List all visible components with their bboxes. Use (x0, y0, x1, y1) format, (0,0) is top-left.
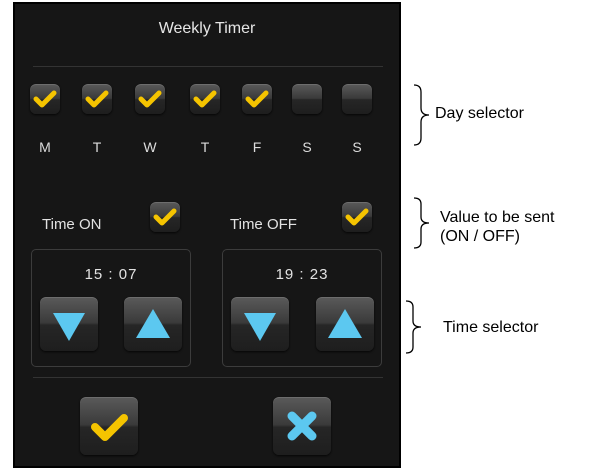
checkmark-icon (193, 90, 217, 108)
triangle-down-icon (53, 313, 85, 341)
day-checkbox-sun[interactable] (342, 84, 372, 114)
checkmark-icon (345, 208, 369, 226)
value-sent-brace (413, 197, 430, 249)
triangle-up-icon (328, 309, 362, 338)
value-sent-annotation: Value to be sent (ON / OFF) (440, 208, 554, 246)
day-letter-wed: W (143, 139, 157, 155)
time-on-value: 15 : 07 (84, 266, 138, 283)
cancel-button[interactable] (273, 397, 331, 455)
day-letter-sun: S (352, 139, 362, 155)
stage: Weekly Timer M T W T F S S Time ON Time … (0, 0, 616, 472)
time-selector-brace (405, 300, 422, 354)
time-on-increase-button[interactable] (124, 297, 182, 351)
day-checkbox-mon[interactable] (30, 84, 60, 114)
time-off-decrease-button[interactable] (231, 297, 289, 351)
checkmark-icon (91, 414, 128, 441)
day-selector-annotation: Day selector (435, 105, 524, 122)
day-checkbox-tue[interactable] (82, 84, 112, 114)
triangle-down-icon (244, 313, 276, 341)
day-letter-mon: M (39, 139, 51, 155)
confirm-button[interactable] (80, 397, 138, 455)
day-checkbox-thu[interactable] (190, 84, 220, 114)
time-selector-annotation: Time selector (443, 319, 539, 336)
day-letter-tue: T (92, 139, 102, 155)
checkmark-icon (138, 90, 162, 108)
checkmark-icon (85, 90, 109, 108)
window-title: Weekly Timer (158, 20, 256, 37)
x-icon (287, 411, 317, 441)
checkmark-icon (33, 90, 57, 108)
time-on-checkbox[interactable] (150, 202, 180, 232)
triangle-up-icon (136, 309, 170, 338)
checkmark-icon (153, 208, 177, 226)
day-letter-thu: T (200, 139, 210, 155)
day-checkbox-sat[interactable] (292, 84, 322, 114)
day-letter-sat: S (302, 139, 312, 155)
time-off-label: Time OFF (230, 216, 297, 233)
checkmark-icon (245, 90, 269, 108)
time-on-decrease-button[interactable] (40, 297, 98, 351)
day-checkbox-wed[interactable] (135, 84, 165, 114)
time-off-increase-button[interactable] (316, 297, 374, 351)
day-letter-fri: F (252, 139, 262, 155)
day-checkbox-fri[interactable] (242, 84, 272, 114)
weekly-timer-panel: Weekly Timer M T W T F S S Time ON Time … (13, 2, 401, 468)
time-on-label: Time ON (42, 216, 102, 233)
bottom-divider (33, 377, 383, 378)
value-sent-line2: (ON / OFF) (440, 228, 520, 245)
title-divider (33, 66, 383, 67)
time-off-checkbox[interactable] (342, 202, 372, 232)
time-off-value: 19 : 23 (275, 266, 329, 283)
value-sent-line1: Value to be sent (440, 209, 555, 226)
